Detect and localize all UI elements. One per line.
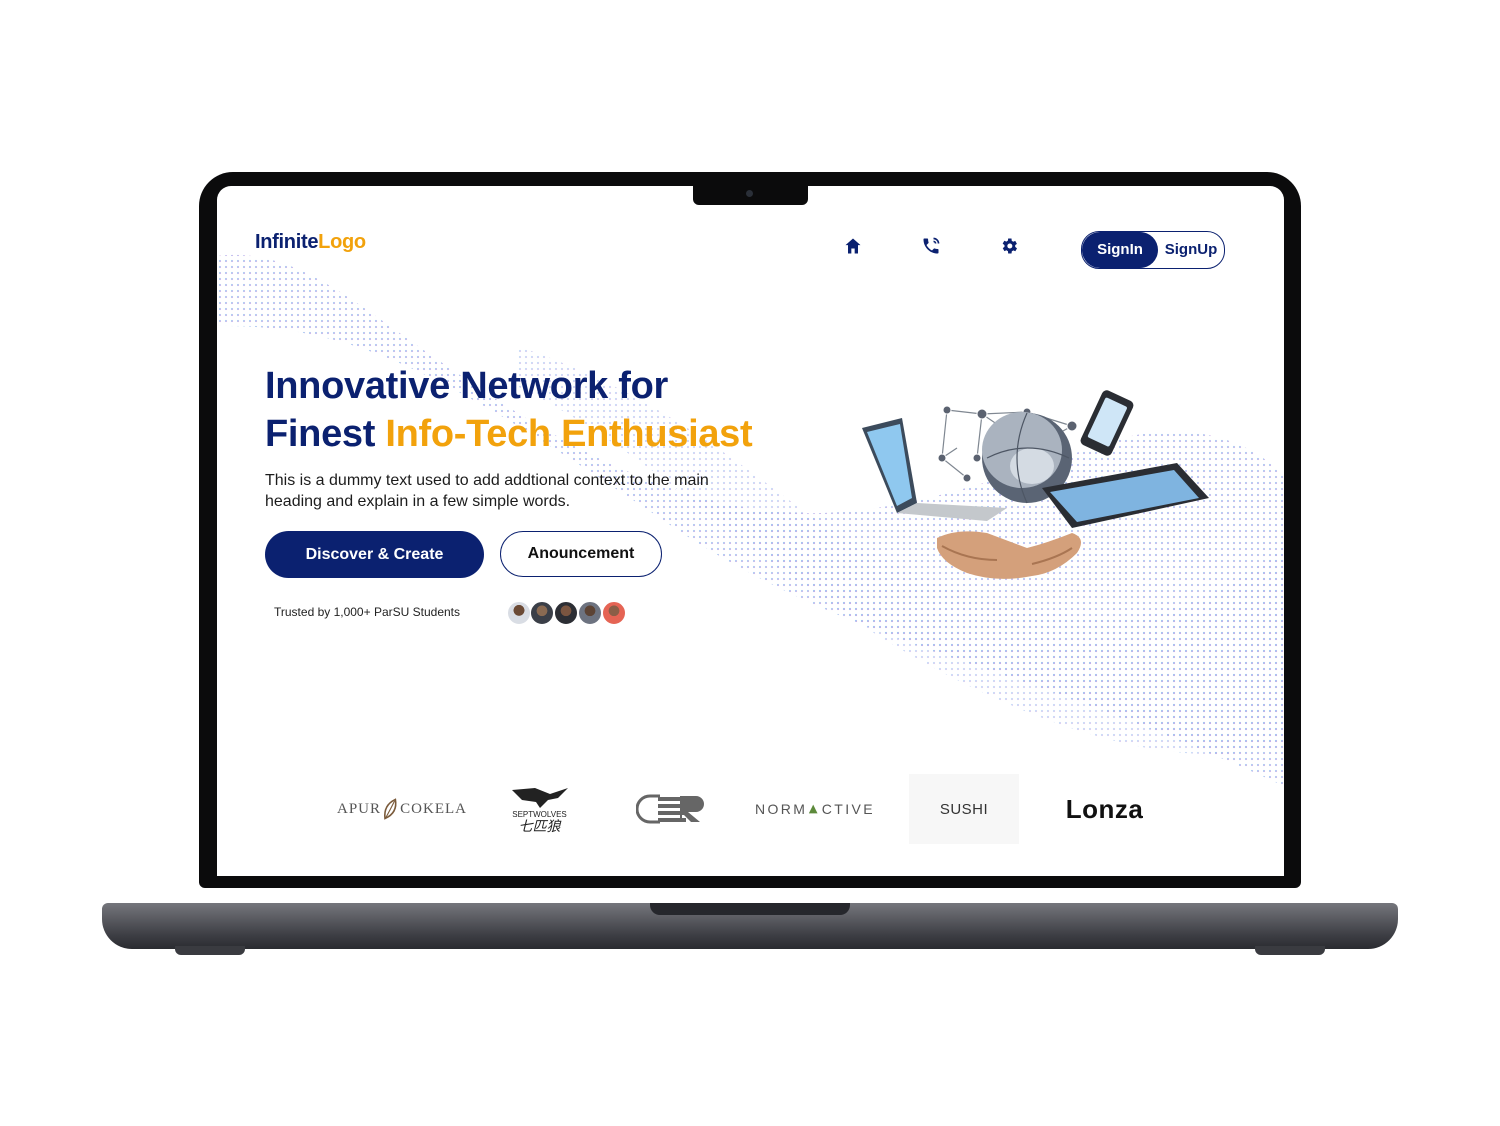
avatar bbox=[578, 601, 602, 625]
hero-heading-accent: Info-Tech Enthusiast bbox=[385, 413, 753, 455]
cr-logo bbox=[632, 774, 712, 844]
hero-illustration bbox=[862, 390, 1209, 579]
laptop-foot-left bbox=[175, 946, 245, 955]
auth-toggle: SignIn SignUp bbox=[1081, 231, 1225, 269]
logo-part-2: Logo bbox=[318, 231, 366, 253]
signup-button[interactable]: SignUp bbox=[1158, 232, 1224, 268]
hero-description: This is a dummy text used to add addtion… bbox=[265, 472, 709, 510]
partner-logos: APUR COKELA SEPTWOLVES 七匹狼 NORM CTIVE SU… bbox=[217, 774, 1284, 844]
discover-create-button[interactable]: Discover & Create bbox=[265, 531, 484, 578]
cr-mark-icon bbox=[636, 794, 704, 824]
septwolves-chinese-text: 七匹狼 bbox=[518, 818, 561, 835]
lonza-logo: Lonza bbox=[1052, 774, 1157, 844]
avatar bbox=[554, 601, 578, 625]
trusted-text: Trusted by 1,000+ ParSU Students bbox=[274, 605, 460, 619]
wolf-icon bbox=[511, 787, 568, 808]
gear-icon[interactable] bbox=[999, 236, 1021, 258]
hero-heading-line-1: Innovative Network for bbox=[265, 365, 669, 407]
leaf-icon bbox=[384, 798, 397, 820]
apurcokela-logo: APUR COKELA bbox=[337, 774, 467, 844]
hinge-notch bbox=[650, 903, 850, 915]
announcement-button[interactable]: Anouncement bbox=[500, 531, 662, 577]
apurcokela-text-1: APUR bbox=[337, 800, 382, 817]
hero-heading-line-2: Finest Info-Tech Enthusiast bbox=[265, 410, 753, 458]
lonza-text: Lonza bbox=[1065, 793, 1144, 824]
signin-button[interactable]: SignIn bbox=[1082, 232, 1158, 268]
laptop-base bbox=[102, 903, 1398, 949]
hands-icon bbox=[937, 531, 1081, 579]
normactive-text-2: CTIVE bbox=[821, 801, 875, 817]
apurcokela-text-2: COKELA bbox=[400, 800, 467, 817]
normactive-text-1: NORM bbox=[755, 801, 808, 817]
sushi-logo: SUSHI bbox=[909, 774, 1019, 844]
site-logo[interactable]: InfiniteLogo bbox=[255, 231, 366, 254]
laptop-foot-right bbox=[1255, 946, 1325, 955]
hero-heading: Innovative Network for Finest Info-Tech … bbox=[265, 362, 753, 458]
sushi-text: SUSHI bbox=[939, 800, 989, 818]
hero-heading-prefix: Finest bbox=[265, 413, 386, 455]
phone-icon[interactable] bbox=[921, 236, 943, 258]
avatar bbox=[530, 601, 554, 625]
normactive-logo: NORM CTIVE bbox=[755, 774, 875, 844]
home-icon[interactable] bbox=[843, 236, 865, 258]
laptop-screen: InfiniteLogo SignIn SignUp Innovative Ne… bbox=[217, 186, 1284, 876]
septwolves-text: SEPTWOLVES bbox=[512, 809, 567, 819]
triangle-icon bbox=[809, 804, 818, 814]
septwolves-logo: SEPTWOLVES 七匹狼 bbox=[502, 774, 577, 844]
camera-notch bbox=[693, 184, 808, 205]
camera-icon bbox=[746, 190, 753, 197]
logo-part-1: Infinite bbox=[255, 231, 319, 253]
avatar bbox=[602, 601, 626, 625]
phone-device-icon bbox=[1080, 390, 1134, 456]
avatar bbox=[507, 601, 531, 625]
